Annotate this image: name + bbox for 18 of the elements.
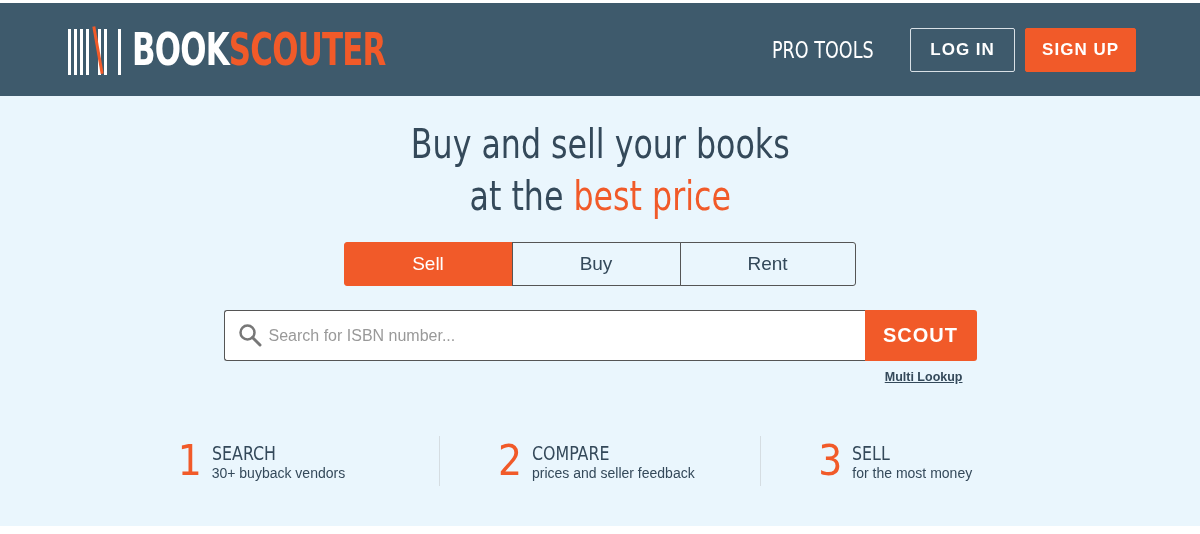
step-description: prices and seller feedback: [532, 465, 696, 481]
headline: Buy and sell your books at the best price: [410, 120, 790, 221]
step-number: 2: [497, 440, 522, 482]
multi-lookup-link[interactable]: Multi Lookup: [884, 370, 963, 384]
step-number: 1: [177, 440, 202, 482]
step-number: 3: [818, 440, 843, 482]
pro-tools-link[interactable]: PRO TOOLS: [771, 36, 874, 63]
step-description: 30+ buyback vendors: [211, 465, 347, 481]
step-description: for the most money: [852, 465, 974, 481]
logo-text: BOOKSCOUTER: [132, 24, 386, 75]
step-title: COMPARE: [532, 441, 611, 465]
isbn-search-field[interactable]: Search for ISBN number...: [223, 310, 865, 361]
step-title: SELL: [852, 441, 892, 465]
step-title: SEARCH: [211, 441, 277, 465]
mode-tab[interactable]: Buy: [511, 242, 681, 286]
logo-icon: [68, 24, 124, 75]
log-in-button[interactable]: LOG IN: [910, 27, 1016, 72]
mode-tab[interactable]: Rent: [679, 242, 856, 286]
